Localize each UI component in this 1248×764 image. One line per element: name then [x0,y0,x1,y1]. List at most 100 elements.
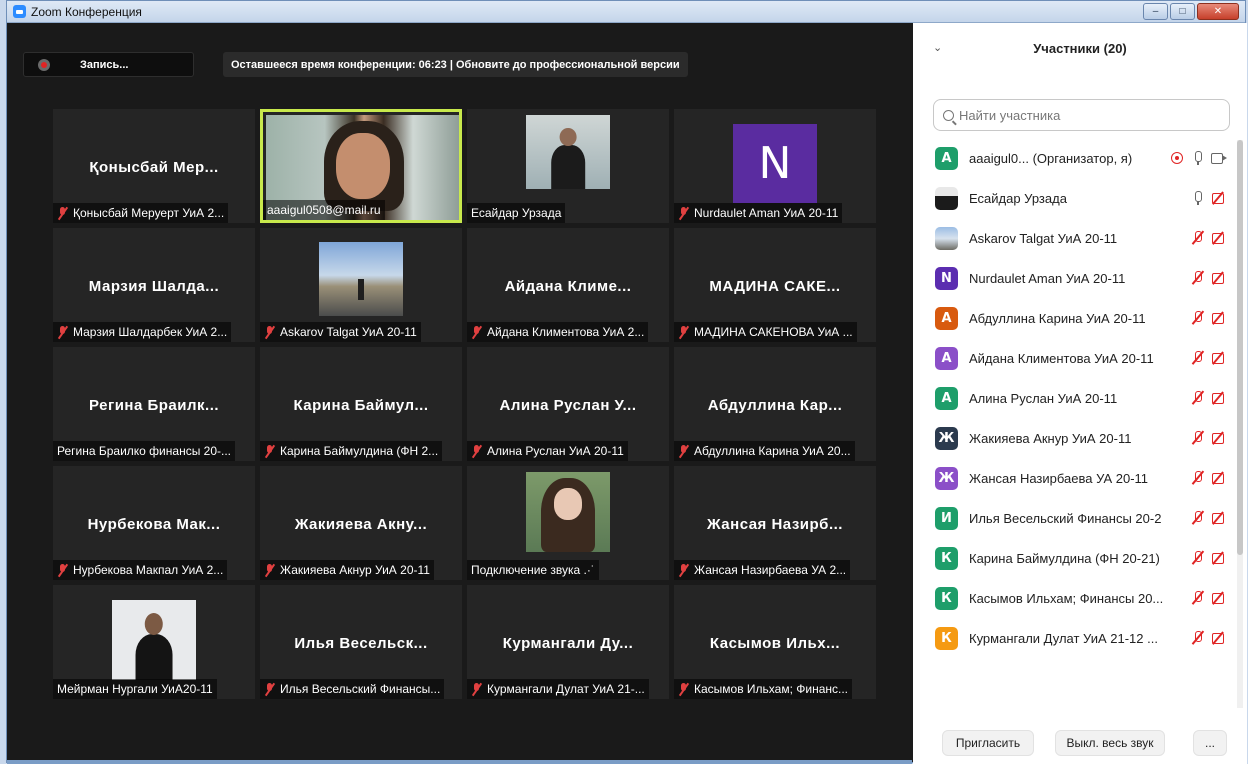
participant-video-tile[interactable]: Абдуллина Кар... Абдуллина Карина УиА 20.… [674,347,876,461]
more-button[interactable]: ... [1193,730,1227,756]
mic-muted-icon [678,325,690,339]
record-label: Запись... [80,58,129,71]
tile-display-name: Марзия Шалда... [88,278,220,295]
participant-video-tile[interactable]: Илья Весельск... Илья Весельский Финансы.… [260,585,462,699]
participant-row[interactable]: К Курмангали Дулат УиА 21-12 ... [913,620,1237,656]
participant-name: Nurdaulet Aman УиА 20-11 [969,270,1126,286]
participant-row[interactable]: К Касымов Ильхам; Финансы 20... [913,580,1237,616]
tile-caption: Есайдар Урзада [467,203,566,223]
profile-photo [319,242,403,316]
tile-caption-text: Қонысбай Меруерт УиА 2... [73,206,225,220]
mic-muted-icon [1190,311,1206,325]
participant-avatar: К [935,546,958,570]
tile-caption: Курмангали Дулат УиА 21-... [467,679,649,699]
tile-caption: Касымов Ильхам; Финанс... [674,679,853,699]
mic-muted-icon [678,444,690,458]
mic-muted-icon [57,325,69,339]
mic-muted-icon [471,444,483,458]
mic-muted-icon [1190,631,1206,645]
participant-video-tile[interactable]: Марзия Шалда... Марзия Шалдарбек УиА 2... [53,228,255,342]
participant-name: Жансая Назирбаева УА 20-11 [969,470,1149,486]
tile-display-name: Қонысбай Мер... [89,159,219,176]
camera-off-icon [1211,231,1227,245]
participant-video-tile[interactable]: Подключение звука .·˙ [467,466,669,580]
participant-video-tile[interactable]: Алина Руслан У... Алина Руслан УиА 20-11 [467,347,669,461]
participant-list-scrollbar[interactable] [1237,140,1243,708]
record-button[interactable]: Запись... [23,52,194,77]
participant-status-icons [1190,471,1227,485]
participant-avatar: A [935,386,958,410]
participant-video-tile[interactable]: Айдана Климе... Айдана Климентова УиА 2..… [467,228,669,342]
participant-row[interactable]: К Карина Баймулдина (ФН 20-21) [913,540,1237,576]
participant-row[interactable]: A Алина Руслан УиА 20-11 [913,380,1237,416]
participant-video-tile[interactable]: Қонысбай Мер... Қонысбай Меруерт УиА 2... [53,109,255,223]
tile-caption: Марзия Шалдарбек УиА 2... [53,322,232,342]
tile-display-name: Жакияева Акну... [294,516,428,533]
mute-all-button[interactable]: Выкл. весь звук [1055,730,1165,756]
participant-avatar: К [935,626,958,650]
tile-caption-text: Касымов Ильхам; Финанс... [694,682,849,696]
participant-video-tile[interactable]: Регина Браилк... Регина Браилко финансы 2… [53,347,255,461]
close-button[interactable]: ✕ [1197,3,1239,20]
participant-row[interactable]: Askarov Talgat УиА 20-11 [913,220,1237,256]
participant-video-tile[interactable]: МАДИНА САКЕ... МАДИНА САКЕНОВА УиА ... [674,228,876,342]
collapse-chevron-icon[interactable]: ⌄ [933,41,942,54]
tile-caption: Карина Баймулдина (ФН 2... [260,441,443,461]
participant-row[interactable]: Есайдар Урзада [913,180,1237,216]
participant-video-tile[interactable]: aaaigul0508@mail.ru [260,109,462,223]
camera-off-icon [1211,551,1227,565]
tile-caption-text: Курмангали Дулат УиА 21-... [487,682,645,696]
minimize-button[interactable]: – [1143,3,1168,20]
participant-status-icons [1190,391,1227,405]
record-icon [38,58,50,71]
participant-status-icons [1190,231,1227,245]
camera-off-icon [1211,631,1227,645]
participant-video-tile[interactable]: Есайдар Урзада [467,109,669,223]
participant-search-input[interactable]: Найти участника [933,99,1230,131]
mic-muted-icon [678,682,690,696]
time-remaining-banner[interactable]: Оставшееся время конференции: 06:23 | Об… [223,52,688,77]
tile-caption: Жансая Назирбаева УА 2... [674,560,851,580]
tile-caption-text: aaaigul0508@mail.ru [267,203,381,217]
tile-caption: Айдана Климентова УиА 2... [467,322,649,342]
participant-avatar: Ж [935,466,958,490]
mic-icon [1190,151,1206,165]
participant-video-tile[interactable]: Жакияева Акну... Жакияева Акнур УиА 20-11 [260,466,462,580]
participant-row[interactable]: A Абдуллина Карина УиА 20-11 [913,300,1237,336]
participant-video-tile[interactable]: Мейрман Нургали УиА20-11 [53,585,255,699]
participant-avatar: Ж [935,426,958,450]
participant-video-tile[interactable]: Askarov Talgat УиА 20-11 [260,228,462,342]
mic-muted-icon [1190,511,1206,525]
participant-video-tile[interactable]: Жансая Назирб... Жансая Назирбаева УА 2..… [674,466,876,580]
participant-name: Askarov Talgat УиА 20-11 [969,230,1118,246]
participant-status-icons [1190,551,1227,565]
tile-caption: Абдуллина Карина УиА 20... [674,441,855,461]
participant-video-tile[interactable]: Касымов Ильх... Касымов Ильхам; Финанс... [674,585,876,699]
participant-row[interactable]: Ж Жакияева Акнур УиА 20-11 [913,420,1237,456]
maximize-button[interactable]: □ [1170,3,1195,20]
mic-muted-icon [1190,471,1206,485]
zoom-window: Zoom Конференция – □ ✕ Запись... Оставше… [6,0,1247,764]
participant-video-tile[interactable]: N Nurdaulet Aman УиА 20-11 [674,109,876,223]
participant-video-tile[interactable]: Курмангали Ду... Курмангали Дулат УиА 21-… [467,585,669,699]
participant-name: Есайдар Урзада [969,190,1067,206]
participant-status-icons [1190,631,1227,645]
profile-photo [112,600,196,680]
participant-row[interactable]: N Nurdaulet Aman УиА 20-11 [913,260,1237,296]
participant-row[interactable]: И Илья Весельский Финансы 20-2 [913,500,1237,536]
tile-display-name: Карина Баймул... [293,397,429,414]
tile-caption: МАДИНА САКЕНОВА УиА ... [674,322,857,342]
tile-caption: aaaigul0508@mail.ru [263,200,385,220]
participant-row[interactable]: A Айдана Климентова УиА 20-11 [913,340,1237,376]
tile-caption: Мейрман Нургали УиА20-11 [53,679,217,699]
participant-video-tile[interactable]: Нурбекова Мак... Нурбекова Макпал УиА 2..… [53,466,255,580]
tile-display-name: Регина Браилк... [88,397,220,414]
tile-caption-text: Илья Весельский Финансы... [280,682,441,696]
participant-video-tile[interactable]: Карина Баймул... Карина Баймулдина (ФН 2.… [260,347,462,461]
mic-muted-icon [57,563,69,577]
participant-row[interactable]: Aaaaigul0... (Организатор, я) [913,140,1237,176]
participant-status-icons [1190,511,1227,525]
invite-button[interactable]: Пригласить [942,730,1034,756]
scrollbar-thumb[interactable] [1237,140,1243,555]
participant-row[interactable]: Ж Жансая Назирбаева УА 20-11 [913,460,1237,496]
